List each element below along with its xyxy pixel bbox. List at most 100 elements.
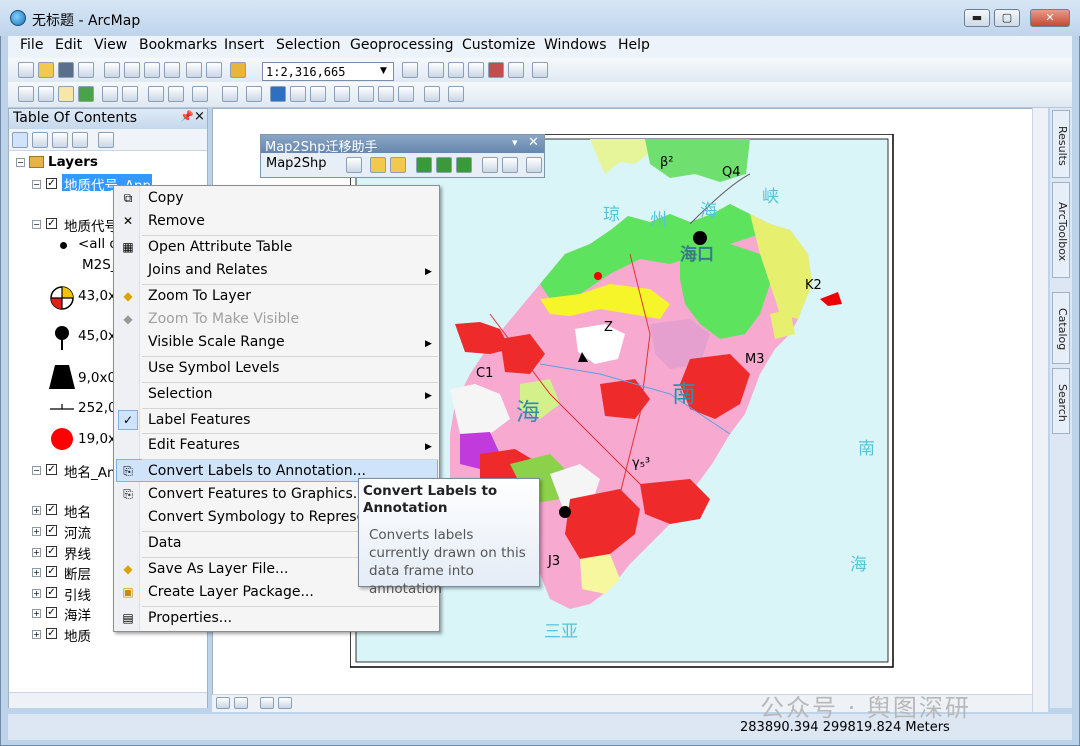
m2s-tool-icon[interactable] bbox=[416, 157, 432, 173]
menu-item-convert-symbology[interactable]: Convert Symbology to Represen bbox=[148, 509, 374, 525]
menu-item-remove[interactable]: Remove bbox=[148, 213, 205, 229]
catalog-dock-tab[interactable]: Catalog bbox=[1052, 292, 1070, 364]
menu-view[interactable]: View bbox=[90, 37, 131, 53]
menu-item-selection[interactable]: Selection bbox=[148, 386, 213, 402]
menu-item-create-layer-package[interactable]: Create Layer Package... bbox=[148, 584, 314, 600]
list-by-selection-icon[interactable] bbox=[72, 132, 88, 148]
expand-icon[interactable]: − bbox=[32, 220, 41, 229]
model-builder-icon[interactable] bbox=[532, 62, 548, 78]
hyperlink-icon[interactable] bbox=[290, 86, 306, 102]
menu-item-properties[interactable]: Properties... bbox=[148, 610, 232, 626]
html-popup-icon[interactable] bbox=[310, 86, 326, 102]
catalog-window-icon[interactable] bbox=[448, 62, 464, 78]
m2s-tool-icon[interactable] bbox=[502, 157, 518, 173]
back-icon[interactable] bbox=[148, 86, 164, 102]
toc-layer-label[interactable]: 界线 bbox=[64, 543, 91, 563]
layer-visible-checkbox[interactable]: ✓ bbox=[46, 628, 57, 639]
expand-icon[interactable]: + bbox=[32, 609, 41, 618]
menu-item-use-symbol-levels[interactable]: Use Symbol Levels bbox=[148, 360, 279, 376]
m2s-tool-icon[interactable] bbox=[346, 157, 362, 173]
expand-icon[interactable]: + bbox=[32, 589, 41, 598]
search-window-icon[interactable] bbox=[468, 62, 484, 78]
layout-view-icon[interactable] bbox=[234, 697, 248, 709]
create-viewer-icon[interactable] bbox=[448, 86, 464, 102]
forward-icon[interactable] bbox=[168, 86, 184, 102]
toc-layer-label[interactable]: 引线 bbox=[64, 584, 91, 604]
layer-visible-checkbox[interactable]: ✓ bbox=[46, 178, 57, 189]
open-icon[interactable] bbox=[38, 62, 54, 78]
time-slider-icon[interactable] bbox=[424, 86, 440, 102]
menu-item-convert-labels[interactable]: Convert Labels to Annotation... bbox=[148, 463, 366, 479]
undo-icon[interactable] bbox=[186, 62, 202, 78]
m2s-tool-icon[interactable] bbox=[390, 157, 406, 173]
find-icon[interactable] bbox=[358, 86, 374, 102]
m2s-tool-icon[interactable] bbox=[482, 157, 498, 173]
save-icon[interactable] bbox=[58, 62, 74, 78]
measure-icon[interactable] bbox=[334, 86, 350, 102]
layer-visible-checkbox[interactable]: ✓ bbox=[46, 607, 57, 618]
toc-layer-label[interactable]: 地名 bbox=[64, 501, 91, 521]
map2shp-menu-button[interactable]: Map2Shp bbox=[266, 156, 326, 171]
menu-help[interactable]: Help bbox=[614, 37, 654, 53]
search-dock-tab[interactable]: Search bbox=[1052, 368, 1070, 434]
delete-icon[interactable] bbox=[164, 62, 180, 78]
menu-item-label-features[interactable]: Label Features bbox=[148, 412, 250, 428]
menu-item-edit-features[interactable]: Edit Features bbox=[148, 437, 240, 453]
select-elements-icon[interactable] bbox=[246, 86, 262, 102]
redo-icon[interactable] bbox=[206, 62, 222, 78]
toc-pin-icon[interactable]: 📌 bbox=[180, 110, 194, 123]
map2shp-title[interactable]: Map2Shp迁移助手 bbox=[261, 135, 544, 155]
identify-icon[interactable] bbox=[270, 86, 286, 102]
layer-visible-checkbox[interactable]: ✓ bbox=[46, 546, 57, 557]
layer-visible-checkbox[interactable]: ✓ bbox=[46, 587, 57, 598]
map-vertical-scrollbar[interactable] bbox=[1032, 108, 1048, 712]
expand-icon[interactable]: + bbox=[32, 527, 41, 536]
menu-item-data[interactable]: Data bbox=[148, 535, 181, 551]
pause-drawing-icon[interactable] bbox=[278, 697, 292, 709]
scale-dropdown-icon[interactable]: ▼ bbox=[380, 66, 387, 76]
data-view-icon[interactable] bbox=[216, 697, 230, 709]
refresh-icon[interactable] bbox=[260, 697, 274, 709]
toc-close-icon[interactable]: × bbox=[194, 109, 205, 124]
menu-item-save-as-layer-file[interactable]: Save As Layer File... bbox=[148, 561, 288, 577]
expand-icon[interactable]: − bbox=[32, 466, 41, 475]
menu-customize[interactable]: Customize bbox=[458, 37, 540, 53]
arctoolbox-icon[interactable] bbox=[488, 62, 504, 78]
list-by-drawing-order-icon[interactable] bbox=[12, 132, 28, 148]
map2shp-dropdown-icon[interactable]: ▾ bbox=[512, 136, 518, 149]
close-button[interactable]: ✕ bbox=[1030, 9, 1070, 27]
expand-icon[interactable]: + bbox=[32, 548, 41, 557]
add-data-icon[interactable] bbox=[230, 62, 246, 78]
m2s-tool-icon[interactable] bbox=[436, 157, 452, 173]
menu-edit[interactable]: Edit bbox=[51, 37, 86, 53]
expand-icon[interactable]: + bbox=[32, 506, 41, 515]
toc-horizontal-scrollbar[interactable] bbox=[9, 692, 207, 708]
full-extent-icon[interactable] bbox=[78, 86, 94, 102]
layers-root-label[interactable]: Layers bbox=[48, 154, 98, 170]
editor-icon[interactable] bbox=[402, 62, 418, 78]
zoom-out-icon[interactable] bbox=[38, 86, 54, 102]
menu-item-zoom-to-layer[interactable]: Zoom To Layer bbox=[148, 288, 251, 304]
m2s-tool-icon[interactable] bbox=[526, 157, 542, 173]
fixed-zoom-out-icon[interactable] bbox=[122, 86, 138, 102]
menu-bookmarks[interactable]: Bookmarks bbox=[135, 37, 221, 53]
toc-window-icon[interactable] bbox=[428, 62, 444, 78]
menu-item-visible-scale-range[interactable]: Visible Scale Range bbox=[148, 334, 285, 350]
print-icon[interactable] bbox=[78, 62, 94, 78]
map-scale-field[interactable]: 1:2,316,665 bbox=[262, 62, 394, 81]
layer-visible-checkbox[interactable]: ✓ bbox=[46, 525, 57, 536]
clear-selection-icon[interactable] bbox=[222, 86, 238, 102]
toc-layer-label[interactable]: 河流 bbox=[64, 522, 91, 542]
list-by-source-icon[interactable] bbox=[32, 132, 48, 148]
menu-insert[interactable]: Insert bbox=[220, 37, 268, 53]
layer-visible-checkbox[interactable]: ✓ bbox=[46, 504, 57, 515]
arctoolbox-dock-tab[interactable]: ArcToolbox bbox=[1052, 182, 1070, 278]
expand-icon[interactable]: − bbox=[32, 180, 41, 189]
toc-options-icon[interactable] bbox=[98, 132, 114, 148]
m2s-tool-icon[interactable] bbox=[456, 157, 472, 173]
goto-xy-icon[interactable] bbox=[398, 86, 414, 102]
route-icon[interactable] bbox=[378, 86, 394, 102]
new-icon[interactable] bbox=[18, 62, 34, 78]
copy-toolbar-icon[interactable] bbox=[124, 62, 140, 78]
layer-visible-checkbox[interactable]: ✓ bbox=[46, 566, 57, 577]
